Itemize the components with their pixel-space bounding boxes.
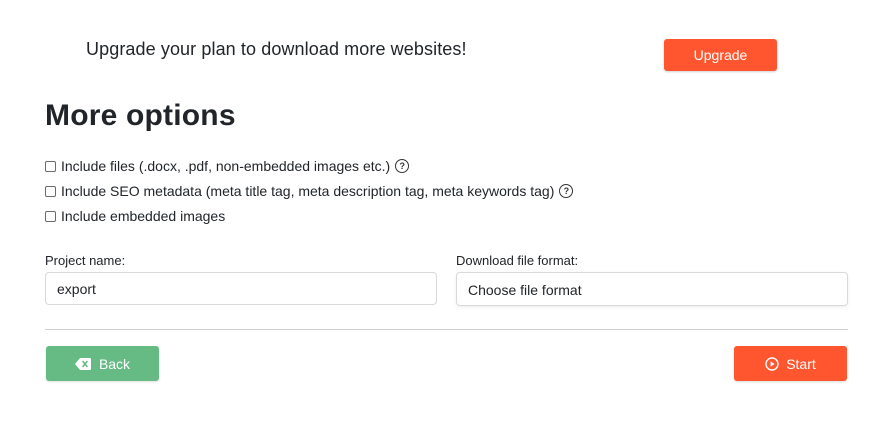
include-files-checkbox[interactable] [45, 160, 56, 172]
back-label: Back [98, 355, 131, 372]
question-circle-icon[interactable]: ? [559, 184, 574, 198]
start-button[interactable]: Start [734, 346, 847, 381]
option-include-files[interactable]: Include files (.docx, .pdf, non-embedded… [45, 157, 410, 175]
file-format-select[interactable]: Choose file format [456, 272, 848, 306]
option-include-seo[interactable]: Include SEO metadata (meta title tag, me… [45, 182, 574, 200]
section-title: More options [45, 99, 236, 132]
backspace-icon [74, 357, 91, 370]
question-circle-icon[interactable]: ? [395, 159, 410, 173]
back-button[interactable]: Back [46, 346, 159, 381]
start-label: Start [786, 355, 816, 372]
project-name-input[interactable] [45, 272, 437, 305]
project-name-label: Project name: [45, 253, 126, 268]
include-seo-checkbox[interactable] [45, 185, 56, 197]
option-include-embedded-images[interactable]: Include embedded images [45, 207, 225, 225]
play-circle-icon [765, 356, 779, 371]
include-files-label: Include files (.docx, .pdf, non-embedded… [61, 158, 391, 174]
file-format-label: Download file format: [456, 253, 579, 268]
divider [45, 329, 848, 330]
include-embedded-images-label: Include embedded images [61, 208, 226, 224]
download-options-page: Upgrade your plan to download more websi… [0, 0, 894, 435]
upgrade-button[interactable]: Upgrade [664, 39, 777, 71]
include-seo-label: Include SEO metadata (meta title tag, me… [61, 183, 555, 199]
upgrade-message: Upgrade your plan to download more websi… [86, 39, 467, 59]
include-embedded-images-checkbox[interactable] [45, 210, 56, 222]
